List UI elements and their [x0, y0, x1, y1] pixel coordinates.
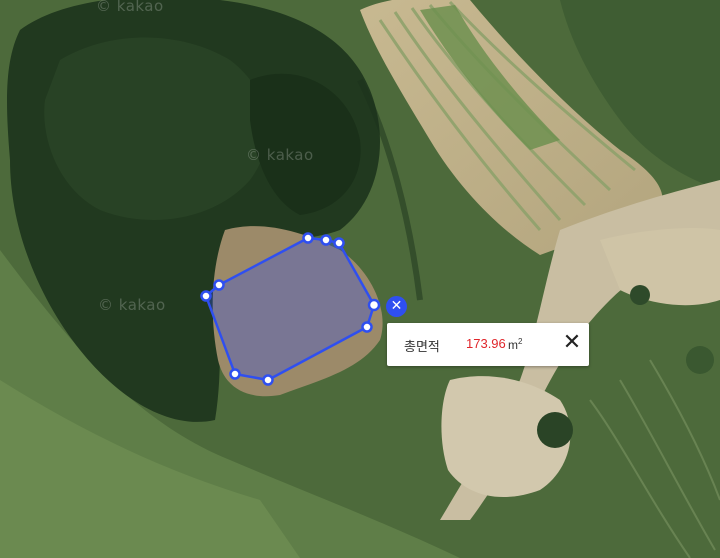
measured-area-polygon[interactable] [204, 236, 376, 382]
tooltip-close-button[interactable]: ✕ [562, 330, 582, 355]
vertex-handle[interactable] [229, 368, 241, 380]
remove-shape-button[interactable]: ✕ [386, 296, 407, 317]
area-label: 총면적 [404, 340, 440, 355]
vertex-handle[interactable] [367, 298, 381, 312]
area-measurement-layer [200, 232, 381, 386]
area-value: 173.96 [466, 336, 506, 351]
area-unit: m2 [508, 337, 523, 352]
vertex-handle[interactable] [200, 290, 212, 302]
vertex-handle[interactable] [320, 234, 332, 246]
close-icon: ✕ [562, 330, 582, 355]
vertex-handle[interactable] [361, 321, 373, 333]
vertex-handle[interactable] [213, 279, 225, 291]
vertex-handle[interactable] [262, 374, 274, 386]
vertex-handle[interactable] [302, 232, 314, 244]
close-icon: ✕ [390, 298, 403, 314]
vertex-handle[interactable] [333, 237, 345, 249]
area-info-tooltip: 총면적 173.96 m2 ✕ [387, 323, 589, 366]
satellite-map[interactable]: © kakao © kakao © kakao ✕ 총면적 173.96 m2 … [0, 0, 720, 558]
